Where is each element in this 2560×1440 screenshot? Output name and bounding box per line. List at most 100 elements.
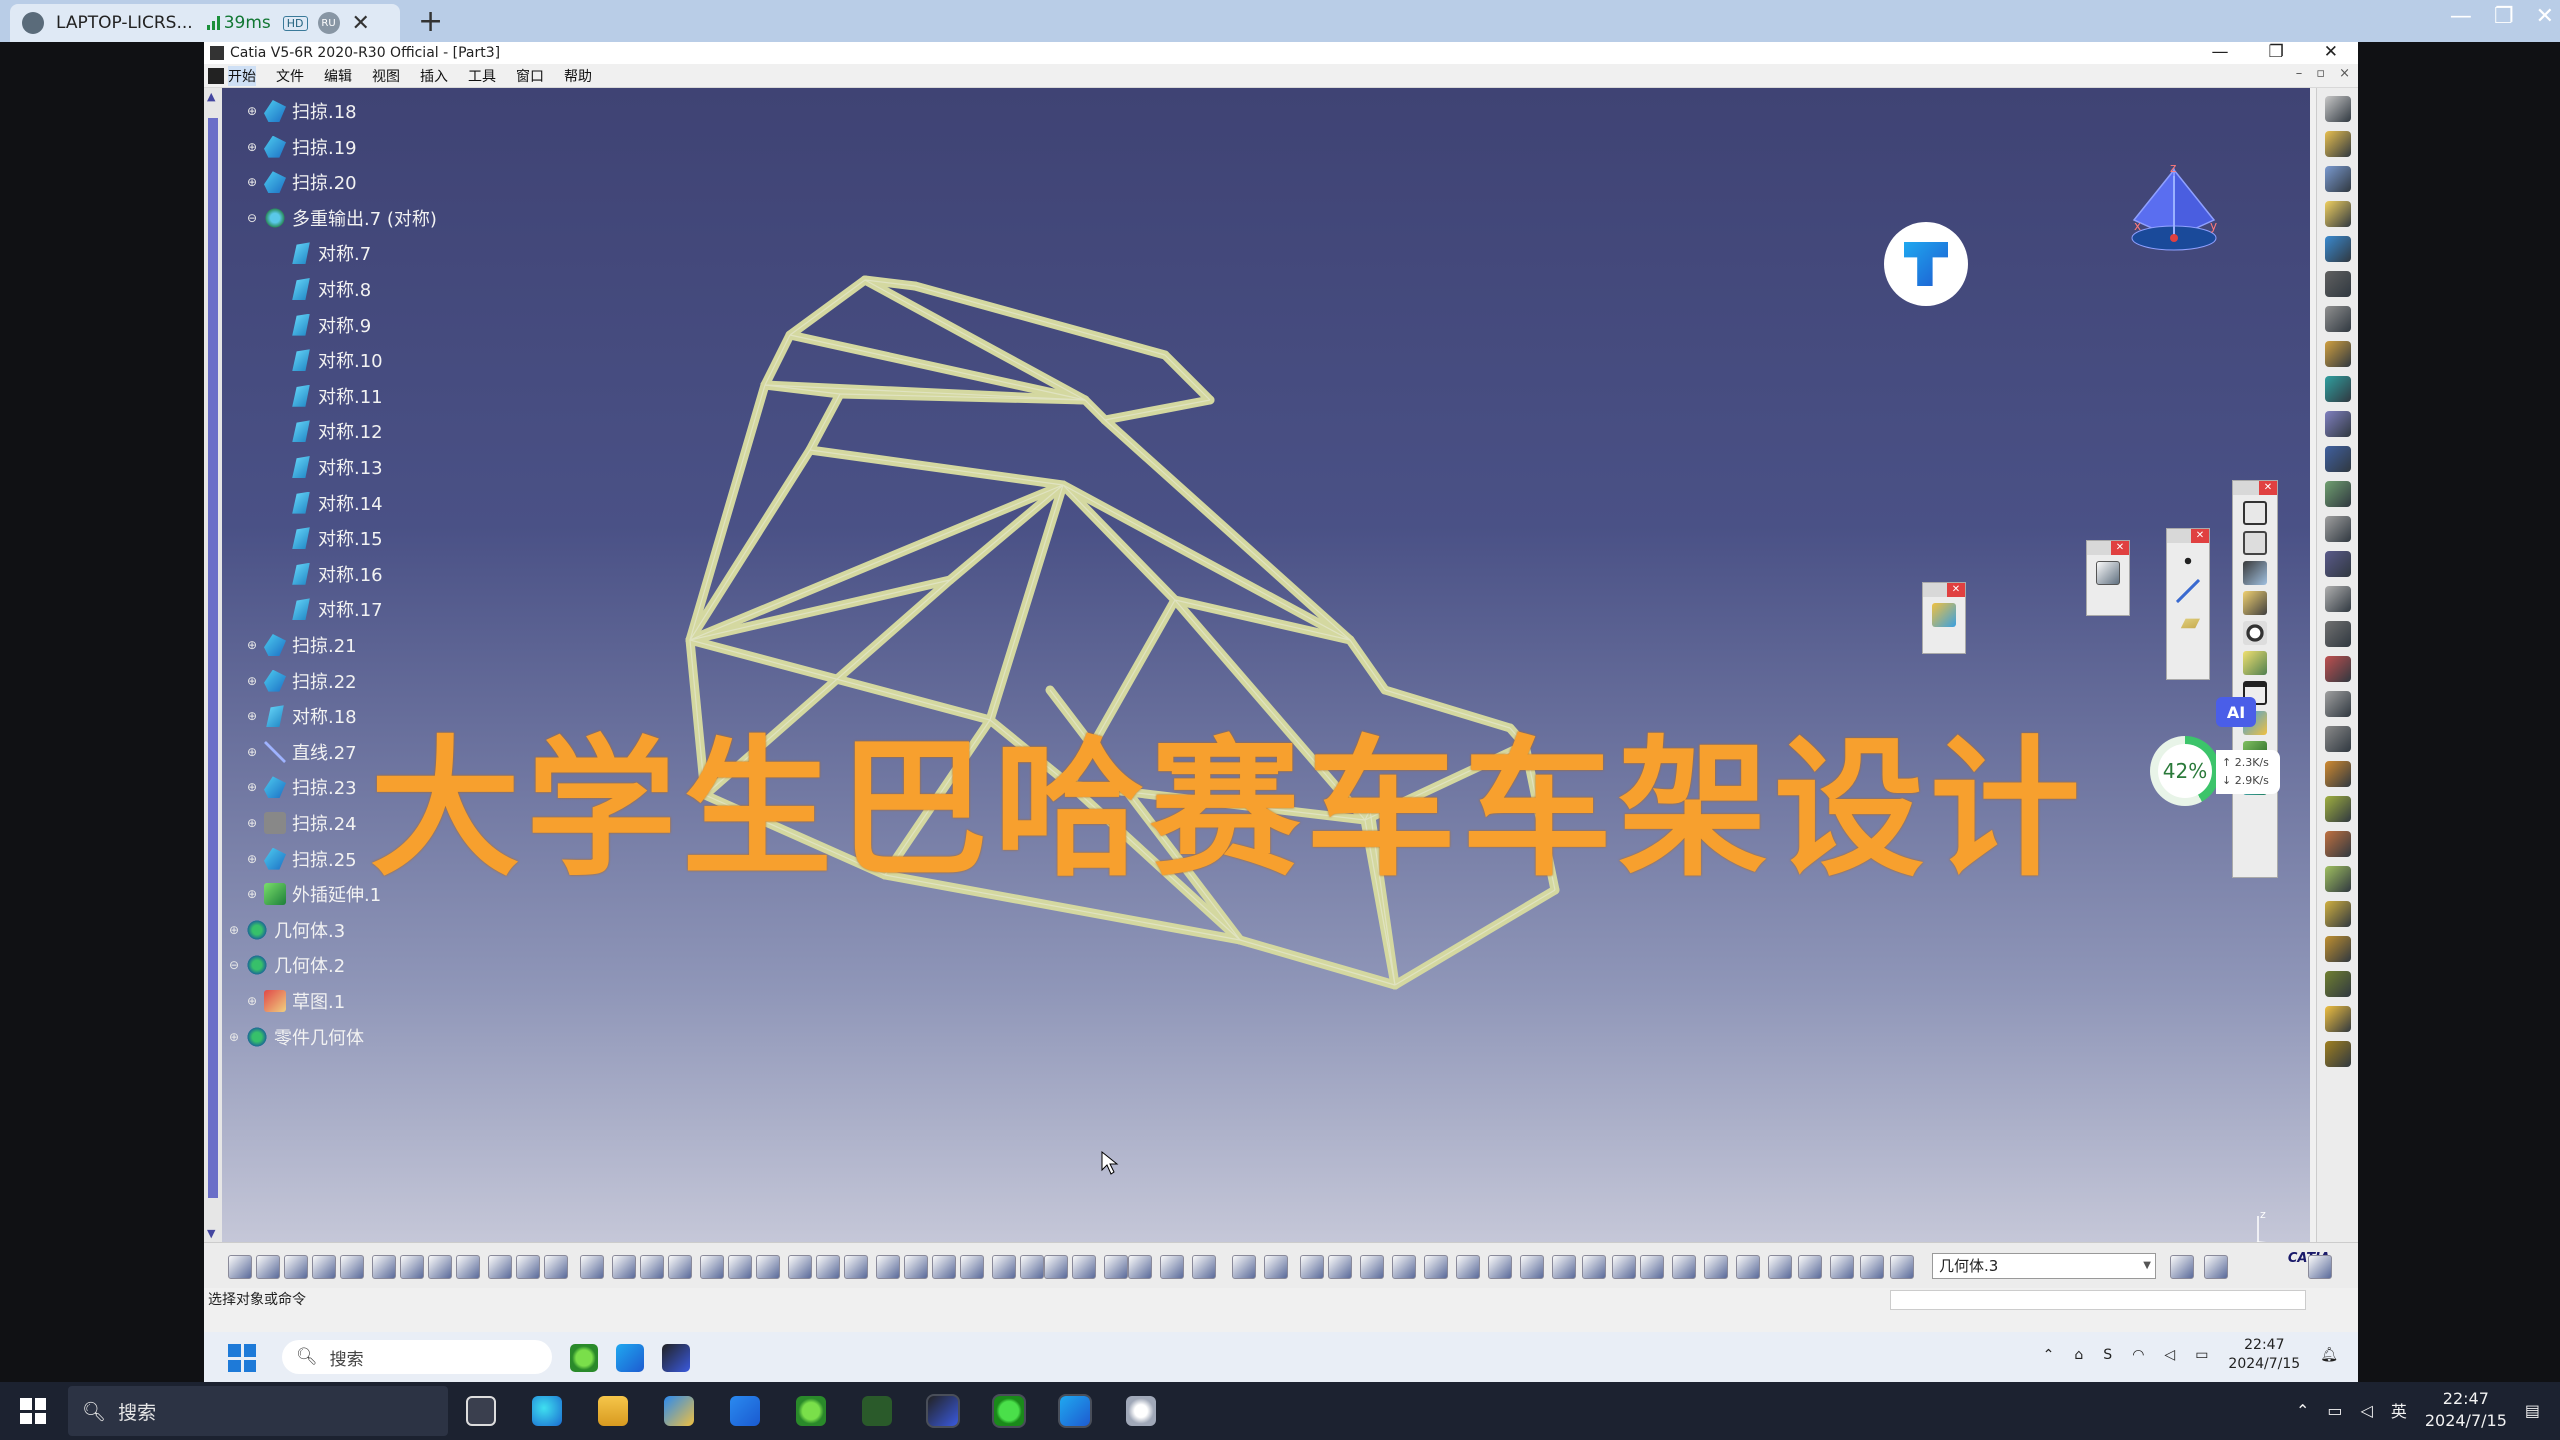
taskbar-search[interactable]: 🔍︎ 搜索 xyxy=(68,1386,448,1436)
toolbar-tool-icon[interactable] xyxy=(456,1255,480,1279)
right-tool-icon[interactable] xyxy=(2324,726,2351,752)
right-tool-icon[interactable] xyxy=(2324,1041,2351,1067)
ime-indicator[interactable]: 英 xyxy=(2391,1398,2407,1422)
start-button-icon[interactable] xyxy=(20,1398,46,1424)
tree-node[interactable]: 对称.16 xyxy=(290,559,383,589)
right-tool-icon[interactable] xyxy=(2324,866,2351,892)
network-speed-widget[interactable]: 42% ↑ 2.3K/s ↓ 2.9K/s xyxy=(2150,736,2280,806)
expand-icon[interactable]: ⊕ xyxy=(246,745,258,759)
expand-icon[interactable]: ⊕ xyxy=(246,140,258,154)
offset-tool-icon[interactable] xyxy=(2243,651,2267,675)
right-tool-icon[interactable] xyxy=(2324,236,2351,262)
expand-icon[interactable]: ⊕ xyxy=(246,852,258,866)
right-tool-icon[interactable] xyxy=(2324,131,2351,157)
remote-app-floating-icon[interactable] xyxy=(1884,222,1968,306)
tree-node[interactable]: ⊕ 直线.27 xyxy=(246,737,357,767)
menu-window[interactable]: 窗口 xyxy=(516,66,544,86)
todesk-taskbar-icon[interactable] xyxy=(1058,1394,1092,1428)
collapse-icon[interactable]: ⊖ xyxy=(246,211,258,225)
menu-start[interactable]: 开始 xyxy=(228,65,256,86)
right-tool-icon[interactable] xyxy=(2324,971,2351,997)
palette-close-icon[interactable]: ✕ xyxy=(1947,583,1965,597)
tree-node[interactable]: ⊕ 几何体.3 xyxy=(228,915,345,945)
palette-header[interactable]: ✕ xyxy=(2167,529,2209,543)
right-tool-icon[interactable] xyxy=(2324,411,2351,437)
right-tool-icon[interactable] xyxy=(2324,936,2351,962)
tree-node[interactable]: ⊕ 外插延伸.1 xyxy=(246,879,381,909)
toolbar-tool-icon[interactable] xyxy=(2170,1255,2194,1279)
right-tool-icon[interactable] xyxy=(2324,201,2351,227)
minimize-button[interactable]: — xyxy=(2450,4,2472,29)
tray-ime-icon[interactable]: S xyxy=(2103,1347,2112,1363)
tree-node[interactable]: 对称.10 xyxy=(290,345,383,375)
tray-volume-icon[interactable]: ◁ xyxy=(2361,1401,2373,1420)
wechat-icon[interactable] xyxy=(992,1394,1026,1428)
collapse-icon[interactable]: ⊖ xyxy=(228,958,240,972)
toolbar-tool-icon[interactable] xyxy=(1798,1255,1822,1279)
toolbar-tool-icon[interactable] xyxy=(428,1255,452,1279)
menu-edit[interactable]: 编辑 xyxy=(324,66,352,86)
tree-node[interactable]: ⊕ 扫掠.18 xyxy=(246,96,357,126)
tray-expand-icon[interactable]: ⌃ xyxy=(2296,1401,2309,1420)
tray-battery-icon[interactable]: ▭ xyxy=(2195,1347,2208,1363)
current-body-select[interactable]: 几何体.3 ▼ xyxy=(1932,1253,2156,1279)
palette-close-icon[interactable]: ✕ xyxy=(2111,541,2129,555)
tree-node[interactable]: ⊕ 草图.1 xyxy=(246,986,345,1016)
expand-icon[interactable]: ⊕ xyxy=(228,1030,240,1044)
tree-node[interactable]: ⊕ 扫掠.20 xyxy=(246,167,357,197)
right-tool-icon[interactable] xyxy=(2324,691,2351,717)
revolve-tool-icon[interactable] xyxy=(2243,621,2267,645)
toolbar-tool-icon[interactable] xyxy=(1232,1255,1256,1279)
toolbar-tool-icon[interactable] xyxy=(1612,1255,1636,1279)
expand-icon[interactable]: ⊕ xyxy=(246,175,258,189)
expand-icon[interactable]: ⊕ xyxy=(246,709,258,723)
file-explorer-icon[interactable] xyxy=(598,1396,628,1426)
tree-node[interactable]: 对称.7 xyxy=(290,238,371,268)
tree-node[interactable]: ⊕ 扫掠.23 xyxy=(246,772,357,802)
tree-node[interactable]: 对称.11 xyxy=(290,381,383,411)
surface-tool-icon[interactable] xyxy=(1932,603,1956,627)
toolbar-tool-icon[interactable] xyxy=(1264,1255,1288,1279)
toolbar-tool-icon[interactable] xyxy=(1704,1255,1728,1279)
local-clock[interactable]: 22:47 2024/7/15 xyxy=(2425,1388,2507,1432)
expand-icon[interactable]: ⊕ xyxy=(246,816,258,830)
tray-network-icon[interactable]: ⌂ xyxy=(2074,1347,2083,1363)
toolbar-tool-icon[interactable] xyxy=(2204,1255,2228,1279)
store-icon[interactable] xyxy=(664,1396,694,1426)
toolbar-tool-icon[interactable] xyxy=(932,1255,956,1279)
browser-360-icon[interactable] xyxy=(796,1396,826,1426)
notification-bell-icon[interactable]: 🔔︎ xyxy=(2320,1347,2338,1363)
tree-node[interactable]: 对称.9 xyxy=(290,310,371,340)
right-tool-icon[interactable] xyxy=(2324,516,2351,542)
tree-node[interactable]: ⊕ 扫掠.21 xyxy=(246,630,357,660)
remote-todesk-icon[interactable] xyxy=(616,1344,644,1372)
close-button[interactable]: ✕ xyxy=(2536,4,2554,29)
toolbar-tool-icon[interactable] xyxy=(1044,1255,1068,1279)
ie-2022-icon[interactable] xyxy=(862,1396,892,1426)
toolbar-tool-icon[interactable] xyxy=(1072,1255,1096,1279)
expand-icon[interactable]: ⊕ xyxy=(246,994,258,1008)
right-tool-icon[interactable] xyxy=(2324,376,2351,402)
right-tool-icon[interactable] xyxy=(2324,586,2351,612)
palette-close-icon[interactable]: ✕ xyxy=(2191,529,2209,543)
tree-node[interactable]: 对称.8 xyxy=(290,274,371,304)
mail-icon[interactable] xyxy=(730,1396,760,1426)
toolbar-tool-icon[interactable] xyxy=(228,1255,252,1279)
right-tool-icon[interactable] xyxy=(2324,481,2351,507)
doc-close-button[interactable]: × xyxy=(2339,66,2350,81)
right-tool-icon[interactable] xyxy=(2324,96,2351,122)
settings-gear-icon[interactable] xyxy=(1126,1396,1156,1426)
palette-header[interactable]: ✕ xyxy=(2087,541,2129,555)
doc-minimize-button[interactable]: – xyxy=(2296,66,2303,81)
expand-icon[interactable]: ⊕ xyxy=(228,923,240,937)
tray-network-icon[interactable]: ▭ xyxy=(2327,1401,2342,1420)
remote-catia-icon[interactable] xyxy=(662,1344,690,1372)
action-center-icon[interactable]: ▤ xyxy=(2525,1401,2540,1420)
toolbar-tool-icon[interactable] xyxy=(960,1255,984,1279)
toolbar-tool-icon[interactable] xyxy=(1160,1255,1184,1279)
remote-browser-icon[interactable] xyxy=(570,1344,598,1372)
right-tool-icon[interactable] xyxy=(2324,306,2351,332)
palette-header[interactable]: ✕ xyxy=(1923,583,1965,597)
tree-node[interactable]: ⊖ 多重输出.7 (对称) xyxy=(246,203,437,233)
menu-view[interactable]: 视图 xyxy=(372,66,400,86)
